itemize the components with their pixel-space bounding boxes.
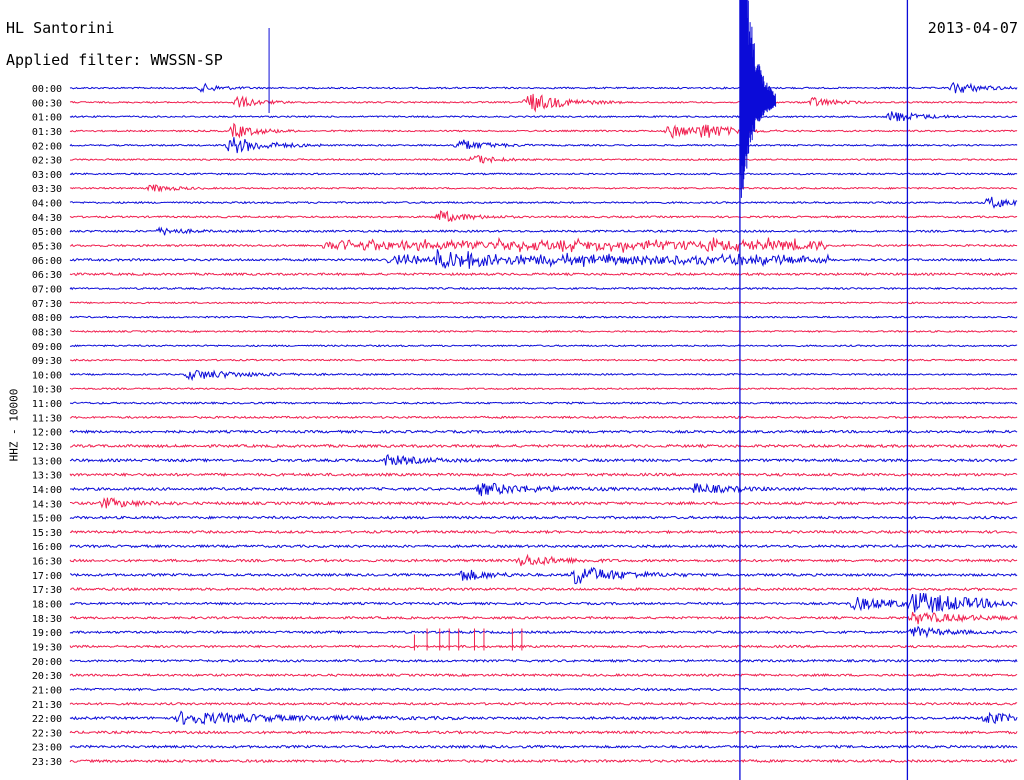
- trace-row-1900: [69, 625, 1018, 639]
- row-label-1730: 17:30: [32, 585, 62, 596]
- row-label-0000: 00:00: [32, 84, 62, 95]
- row-label-1800: 18:00: [32, 600, 62, 611]
- trace-row-1730: [70, 586, 1018, 592]
- row-label-1700: 17:00: [32, 571, 62, 582]
- row-label-1600: 16:00: [32, 542, 62, 553]
- row-label-1230: 12:30: [32, 442, 62, 453]
- row-label-2300: 23:00: [32, 743, 62, 754]
- earthquake-burst: [739, 0, 777, 198]
- row-label-1100: 11:00: [32, 399, 62, 410]
- row-label-1500: 15:00: [32, 514, 62, 525]
- trace-row-1330: [69, 472, 1018, 478]
- row-label-1000: 10:00: [32, 370, 62, 381]
- trace-row-1530: [69, 529, 1018, 535]
- row-label-0130: 01:30: [32, 127, 62, 138]
- row-label-2130: 21:30: [32, 700, 62, 711]
- trace-row-1700: [69, 566, 1018, 585]
- row-label-2000: 20:00: [32, 657, 62, 668]
- trace-row-0230: [70, 154, 1018, 164]
- trace-row-1030: [69, 387, 1018, 391]
- trace-row-1630: [69, 553, 1018, 567]
- row-label-2230: 22:30: [32, 728, 62, 739]
- row-label-1830: 18:30: [32, 614, 62, 625]
- row-label-1200: 12:00: [32, 428, 62, 439]
- row-label-0700: 07:00: [32, 284, 62, 295]
- trace-row-2030: [69, 673, 1018, 678]
- trace-row-1930: [69, 644, 1018, 649]
- trace-row-0900: [69, 344, 1018, 348]
- row-label-0600: 06:00: [32, 256, 62, 267]
- trace-row-2130: [69, 701, 1018, 706]
- row-label-1630: 16:30: [32, 557, 62, 568]
- trace-row-0730: [69, 301, 1018, 305]
- row-label-2030: 20:30: [32, 671, 62, 682]
- trace-row-1100: [69, 401, 1018, 405]
- trace-row-0500: [69, 226, 1018, 236]
- row-label-1900: 19:00: [32, 628, 62, 639]
- row-label-0330: 03:30: [32, 184, 62, 195]
- row-label-0830: 08:30: [32, 327, 62, 338]
- row-label-1030: 10:30: [32, 385, 62, 396]
- row-label-1330: 13:30: [32, 471, 62, 482]
- trace-row-0130: [69, 122, 1018, 139]
- trace-row-0800: [69, 315, 1018, 319]
- trace-row-2000: [69, 658, 1018, 663]
- trace-row-1600: [69, 544, 1018, 549]
- trace-row-1430: [70, 497, 1018, 509]
- trace-row-0400: [69, 196, 1018, 209]
- row-label-1530: 15:30: [32, 528, 62, 539]
- trace-row-0030: [69, 93, 1018, 113]
- row-label-0400: 04:00: [32, 199, 62, 210]
- row-label-0930: 09:30: [32, 356, 62, 367]
- trace-row-2330: [69, 758, 1018, 764]
- trace-row-1000: [69, 369, 1018, 382]
- trace-row-2230: [69, 730, 1018, 735]
- row-label-0900: 09:00: [32, 342, 62, 353]
- trace-row-0100: [69, 111, 1018, 122]
- trace-row-0600: [69, 249, 1018, 269]
- trace-row-0430: [69, 210, 1018, 222]
- trace-row-2200: [69, 710, 1018, 726]
- row-label-1130: 11:30: [32, 413, 62, 424]
- trace-row-1800: [69, 593, 1018, 613]
- row-time-labels: 00:00 00:30 01:00 01:30 02:00 02:30 03:00 03:30…: [32, 84, 62, 768]
- trace-row-0530: [69, 236, 1018, 253]
- row-label-0500: 05:00: [32, 227, 62, 238]
- row-label-2200: 22:00: [32, 714, 62, 725]
- trace-row-0300: [69, 172, 1018, 176]
- trace-row-0830: [69, 329, 1018, 334]
- row-label-0630: 06:30: [32, 270, 62, 281]
- row-label-0100: 01:00: [32, 113, 62, 124]
- row-label-1430: 14:30: [32, 499, 62, 510]
- trace-row-0200: [69, 137, 1018, 154]
- trace-row-1300: [69, 453, 1018, 466]
- row-label-0530: 05:30: [32, 242, 62, 253]
- trace-row-0330: [69, 184, 1018, 193]
- row-label-0430: 04:30: [32, 213, 62, 224]
- row-label-0200: 02:00: [32, 141, 62, 152]
- row-label-1930: 19:30: [32, 642, 62, 653]
- seismogram-chart: 00:00 00:30 01:00 01:30 02:00 02:30 03:00 03:30…: [32, 0, 1018, 780]
- trace-row-1230: [70, 443, 1018, 449]
- trace-row-2300: [69, 744, 1018, 750]
- row-label-0730: 07:30: [32, 299, 62, 310]
- trace-row-2100: [69, 687, 1018, 692]
- row-label-2330: 23:30: [32, 757, 62, 768]
- row-label-0800: 08:00: [32, 313, 62, 324]
- trace-row-1400: [70, 482, 1018, 497]
- trace-row-0700: [69, 286, 1018, 291]
- trace-row-1130: [69, 415, 1018, 420]
- trace-row-1830: [69, 611, 1018, 625]
- row-label-0300: 03:00: [32, 170, 62, 181]
- trace-row-1200: [69, 429, 1018, 435]
- trace-row-0630: [69, 272, 1018, 277]
- trace-row-0000: [69, 81, 1018, 94]
- trace-row-0930: [69, 358, 1018, 362]
- row-label-0030: 00:30: [32, 98, 62, 109]
- trace-row-1500: [69, 515, 1018, 520]
- row-label-1300: 13:00: [32, 456, 62, 467]
- row-label-0230: 02:30: [32, 156, 62, 167]
- row-label-1400: 14:00: [32, 485, 62, 496]
- row-label-2100: 21:00: [32, 685, 62, 696]
